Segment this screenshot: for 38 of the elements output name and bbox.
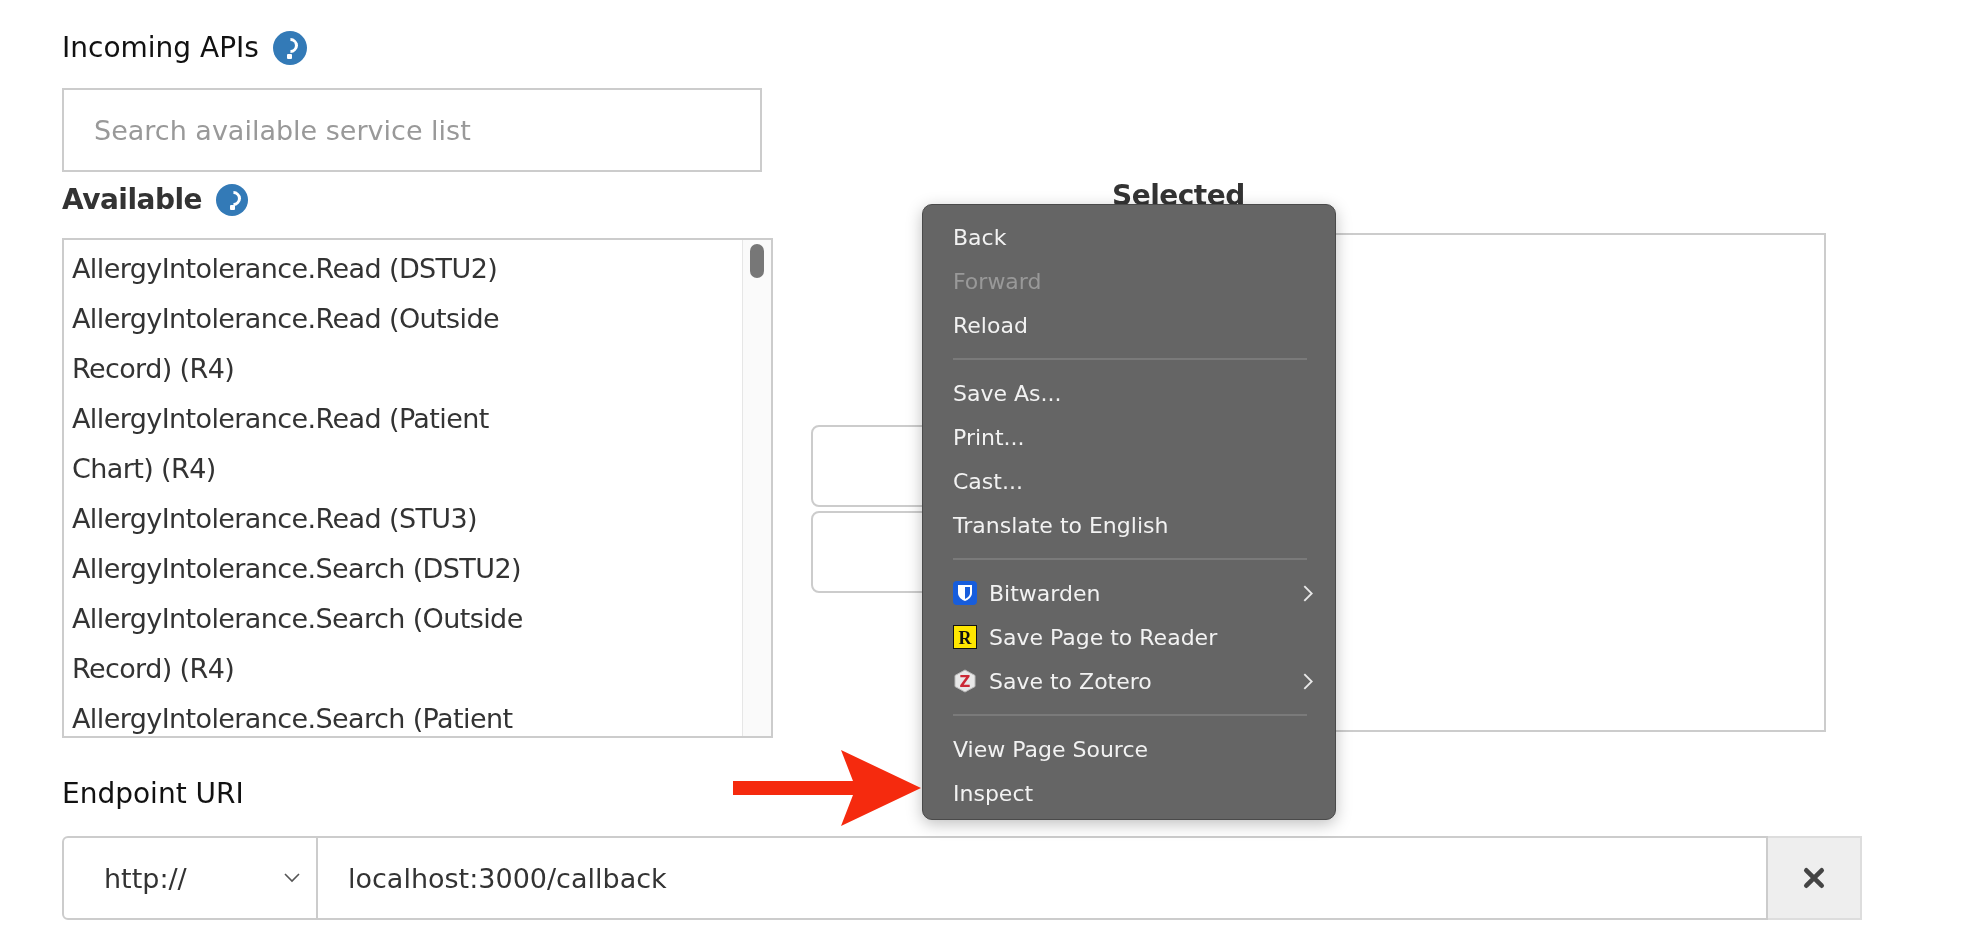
search-field[interactable]: Search available service list (62, 88, 762, 172)
menu-item[interactable]: Z Save to Zotero (923, 659, 1335, 703)
list-item[interactable]: AllergyIntolerance.Read (DSTU2) (72, 244, 572, 294)
list-item[interactable]: AllergyIntolerance.Search (DSTU2) (72, 544, 572, 594)
zotero-icon: Z (953, 669, 977, 693)
menu-item[interactable]: Print... (923, 415, 1335, 459)
list-item[interactable]: AllergyIntolerance.Read (Outside Record) (R4) (72, 294, 572, 394)
reader-icon: R (953, 625, 977, 649)
menu-item[interactable]: Reload (923, 303, 1335, 347)
uri-field[interactable]: localhost:3000/callback (318, 836, 1768, 920)
shield-icon (953, 581, 977, 605)
list-title: Selected (1112, 178, 1246, 214)
menu-item[interactable]: Inspect (923, 771, 1335, 815)
list-item[interactable]: AllergyIntolerance.Read (Patient Chart) (R4) (72, 394, 572, 494)
chevron-right-icon (1302, 672, 1313, 690)
available-list[interactable] (62, 238, 773, 738)
menu-item[interactable]: Translate to English (923, 503, 1335, 547)
menu-item[interactable]: View Page Source (923, 727, 1335, 771)
chevron-down-icon (284, 873, 300, 883)
field-label: Endpoint URI (62, 776, 244, 812)
help-icon[interactable] (272, 31, 307, 65)
menu-item[interactable]: R Save Page to Reader (923, 615, 1335, 659)
menu-item[interactable]: Cast... (923, 459, 1335, 503)
close-icon (1803, 867, 1825, 889)
chevron-right-icon (1302, 584, 1313, 602)
list-title: Available (62, 182, 203, 218)
menu-item[interactable]: Save As... (923, 371, 1335, 415)
list-item[interactable]: AllergyIntolerance.Search (Outside Record) (R4) (72, 594, 572, 694)
scrollbar-thumb[interactable] (750, 244, 764, 278)
help-icon[interactable] (216, 184, 249, 216)
scheme-dropdown[interactable]: http:// (62, 836, 318, 920)
list-item[interactable]: AllergyIntolerance.Search (Patient (72, 694, 572, 736)
list-item[interactable]: AllergyIntolerance.Read (STU3) (72, 494, 572, 544)
menu-item[interactable]: Bitwarden (923, 571, 1335, 615)
section-title: Incoming APIs (62, 30, 259, 66)
arrow-icon (733, 750, 923, 826)
clear-button[interactable] (1768, 836, 1862, 920)
menu-item[interactable]: Back (923, 215, 1335, 259)
